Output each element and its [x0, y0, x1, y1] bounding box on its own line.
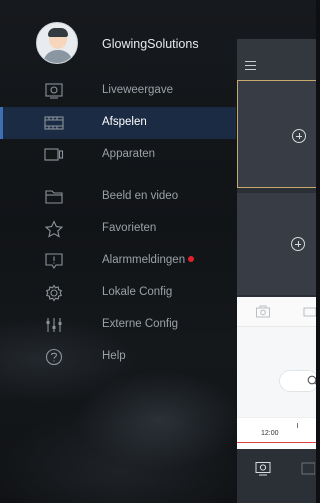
username: GlowingSolutions — [102, 37, 199, 51]
menu-item-help[interactable]: Help — [0, 341, 236, 373]
sliders-icon — [44, 316, 64, 334]
search-icon — [307, 375, 316, 387]
menu-item-label: Externe Config — [102, 318, 179, 330]
timeline-time-label: 12:00 — [261, 430, 279, 437]
folder-icon — [44, 188, 64, 206]
camera-icon[interactable] — [255, 305, 271, 319]
avatar[interactable] — [36, 22, 78, 64]
search-button[interactable] — [279, 370, 316, 392]
timeline-cursor — [237, 442, 316, 443]
menu-item-afspelen[interactable]: Afspelen — [0, 107, 236, 139]
menu-item-liveweergave[interactable]: Liveweergave — [0, 75, 236, 107]
film-icon — [44, 114, 64, 132]
menu-icon[interactable] — [245, 61, 256, 70]
menu-separator — [0, 171, 236, 181]
menu-item-beeld-en-video[interactable]: Beeld en video — [0, 181, 236, 213]
panel-bottom-bar — [237, 449, 316, 503]
help-icon — [44, 348, 64, 366]
menu-item-label: Lokale Config — [102, 286, 173, 298]
star-icon — [44, 220, 64, 238]
menu-item-label: Help — [102, 350, 126, 362]
record-icon[interactable] — [303, 305, 316, 319]
gear-icon — [44, 284, 64, 302]
avatar-hair — [48, 28, 68, 37]
panel-topbar — [237, 39, 316, 80]
menu-item-externe-config[interactable]: Externe Config — [0, 309, 236, 341]
menu-item-label: Apparaten — [102, 148, 156, 160]
alarm-icon — [44, 252, 64, 270]
monitor-icon — [44, 82, 64, 100]
avatar-body — [43, 50, 73, 63]
playback-toolbar — [237, 297, 316, 327]
playback-tab-icon[interactable] — [301, 461, 315, 477]
profile-header[interactable]: GlowingSolutions — [0, 22, 236, 66]
video-cell-selected[interactable] — [237, 80, 316, 188]
menu-item-label: Liveweergave — [102, 84, 173, 96]
menu-item-label: Beeld en video — [102, 190, 179, 202]
menu-item-alarmmeldingen[interactable]: Alarmmeldingen — [0, 245, 236, 277]
menu-item-label: Alarmmeldingen — [102, 254, 195, 266]
add-camera-icon[interactable] — [292, 129, 306, 143]
video-cell[interactable] — [237, 193, 316, 295]
notification-badge — [188, 256, 195, 262]
playback-panel-peek[interactable]: 12:00 — [237, 39, 316, 503]
menu-item-label: Afspelen — [102, 116, 147, 128]
menu-item-lokale-config[interactable]: Lokale Config — [0, 277, 236, 309]
menu-item-favorieten[interactable]: Favorieten — [0, 213, 236, 245]
menu-item-label: Favorieten — [102, 222, 157, 234]
menu-item-apparaten[interactable]: Apparaten — [0, 139, 236, 171]
menu-item-label-text: Alarmmeldingen — [102, 254, 186, 266]
menu-list: Liveweergave Afspelen Apparaten Beeld en… — [0, 75, 236, 373]
timeline-tick — [297, 423, 298, 428]
add-camera-icon[interactable] — [291, 237, 305, 251]
live-view-tab-icon[interactable] — [254, 461, 272, 477]
device-icon — [44, 146, 64, 164]
